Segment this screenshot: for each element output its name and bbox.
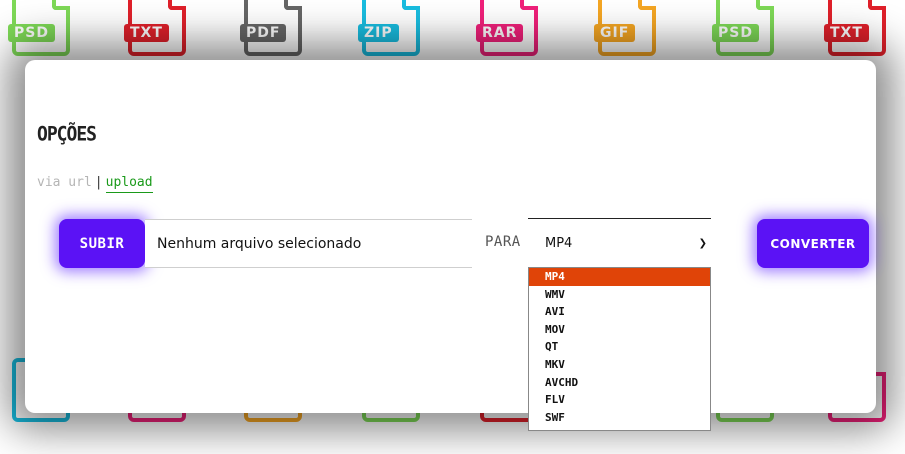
txt-file-icon: TXT: [824, 0, 886, 56]
psd-file-icon: PSD: [712, 0, 774, 56]
txt-file-icon: TXT: [124, 0, 186, 56]
format-option-mp4[interactable]: MP4: [529, 268, 710, 286]
format-dropdown-list: MP4 WMV AVI MOV QT MKV AVCHD FLV SWF: [528, 267, 711, 431]
format-select-value: MP4: [545, 236, 573, 251]
selected-file-field[interactable]: Nenhum arquivo selecionado: [145, 219, 472, 268]
file-status-text: Nenhum arquivo selecionado: [157, 235, 362, 252]
upload-link[interactable]: upload: [105, 175, 153, 193]
via-url-link[interactable]: via url: [37, 175, 92, 190]
source-mode-switch: via url | upload: [37, 175, 153, 193]
zip-file-icon: ZIP: [358, 0, 420, 56]
modal-title: OPÇÕES: [37, 122, 97, 147]
format-option-wmv[interactable]: WMV: [529, 286, 710, 304]
chevron-down-icon: ❯: [698, 238, 707, 249]
rar-file-icon: RAR: [476, 0, 538, 56]
to-label: PARA: [485, 234, 521, 250]
format-option-qt[interactable]: QT: [529, 338, 710, 356]
options-modal: OPÇÕES via url | upload SUBIR Nenhum arqui…: [25, 60, 876, 431]
format-option-mkv[interactable]: MKV: [529, 356, 710, 374]
psd-file-icon: PSD: [8, 0, 70, 56]
format-select[interactable]: MP4 ❯: [528, 218, 711, 268]
format-option-avi[interactable]: AVI: [529, 303, 710, 321]
gif-file-icon: GIF: [594, 0, 656, 56]
format-option-mov[interactable]: MOV: [529, 321, 710, 339]
convert-button[interactable]: CONVERTER: [757, 219, 869, 268]
format-option-swf[interactable]: SWF: [529, 409, 710, 427]
format-option-flv[interactable]: FLV: [529, 391, 710, 409]
format-option-avchd[interactable]: AVCHD: [529, 374, 710, 392]
upload-button[interactable]: SUBIR: [59, 219, 145, 268]
pdf-file-icon: PDF: [240, 0, 302, 56]
mode-separator: |: [94, 175, 103, 190]
